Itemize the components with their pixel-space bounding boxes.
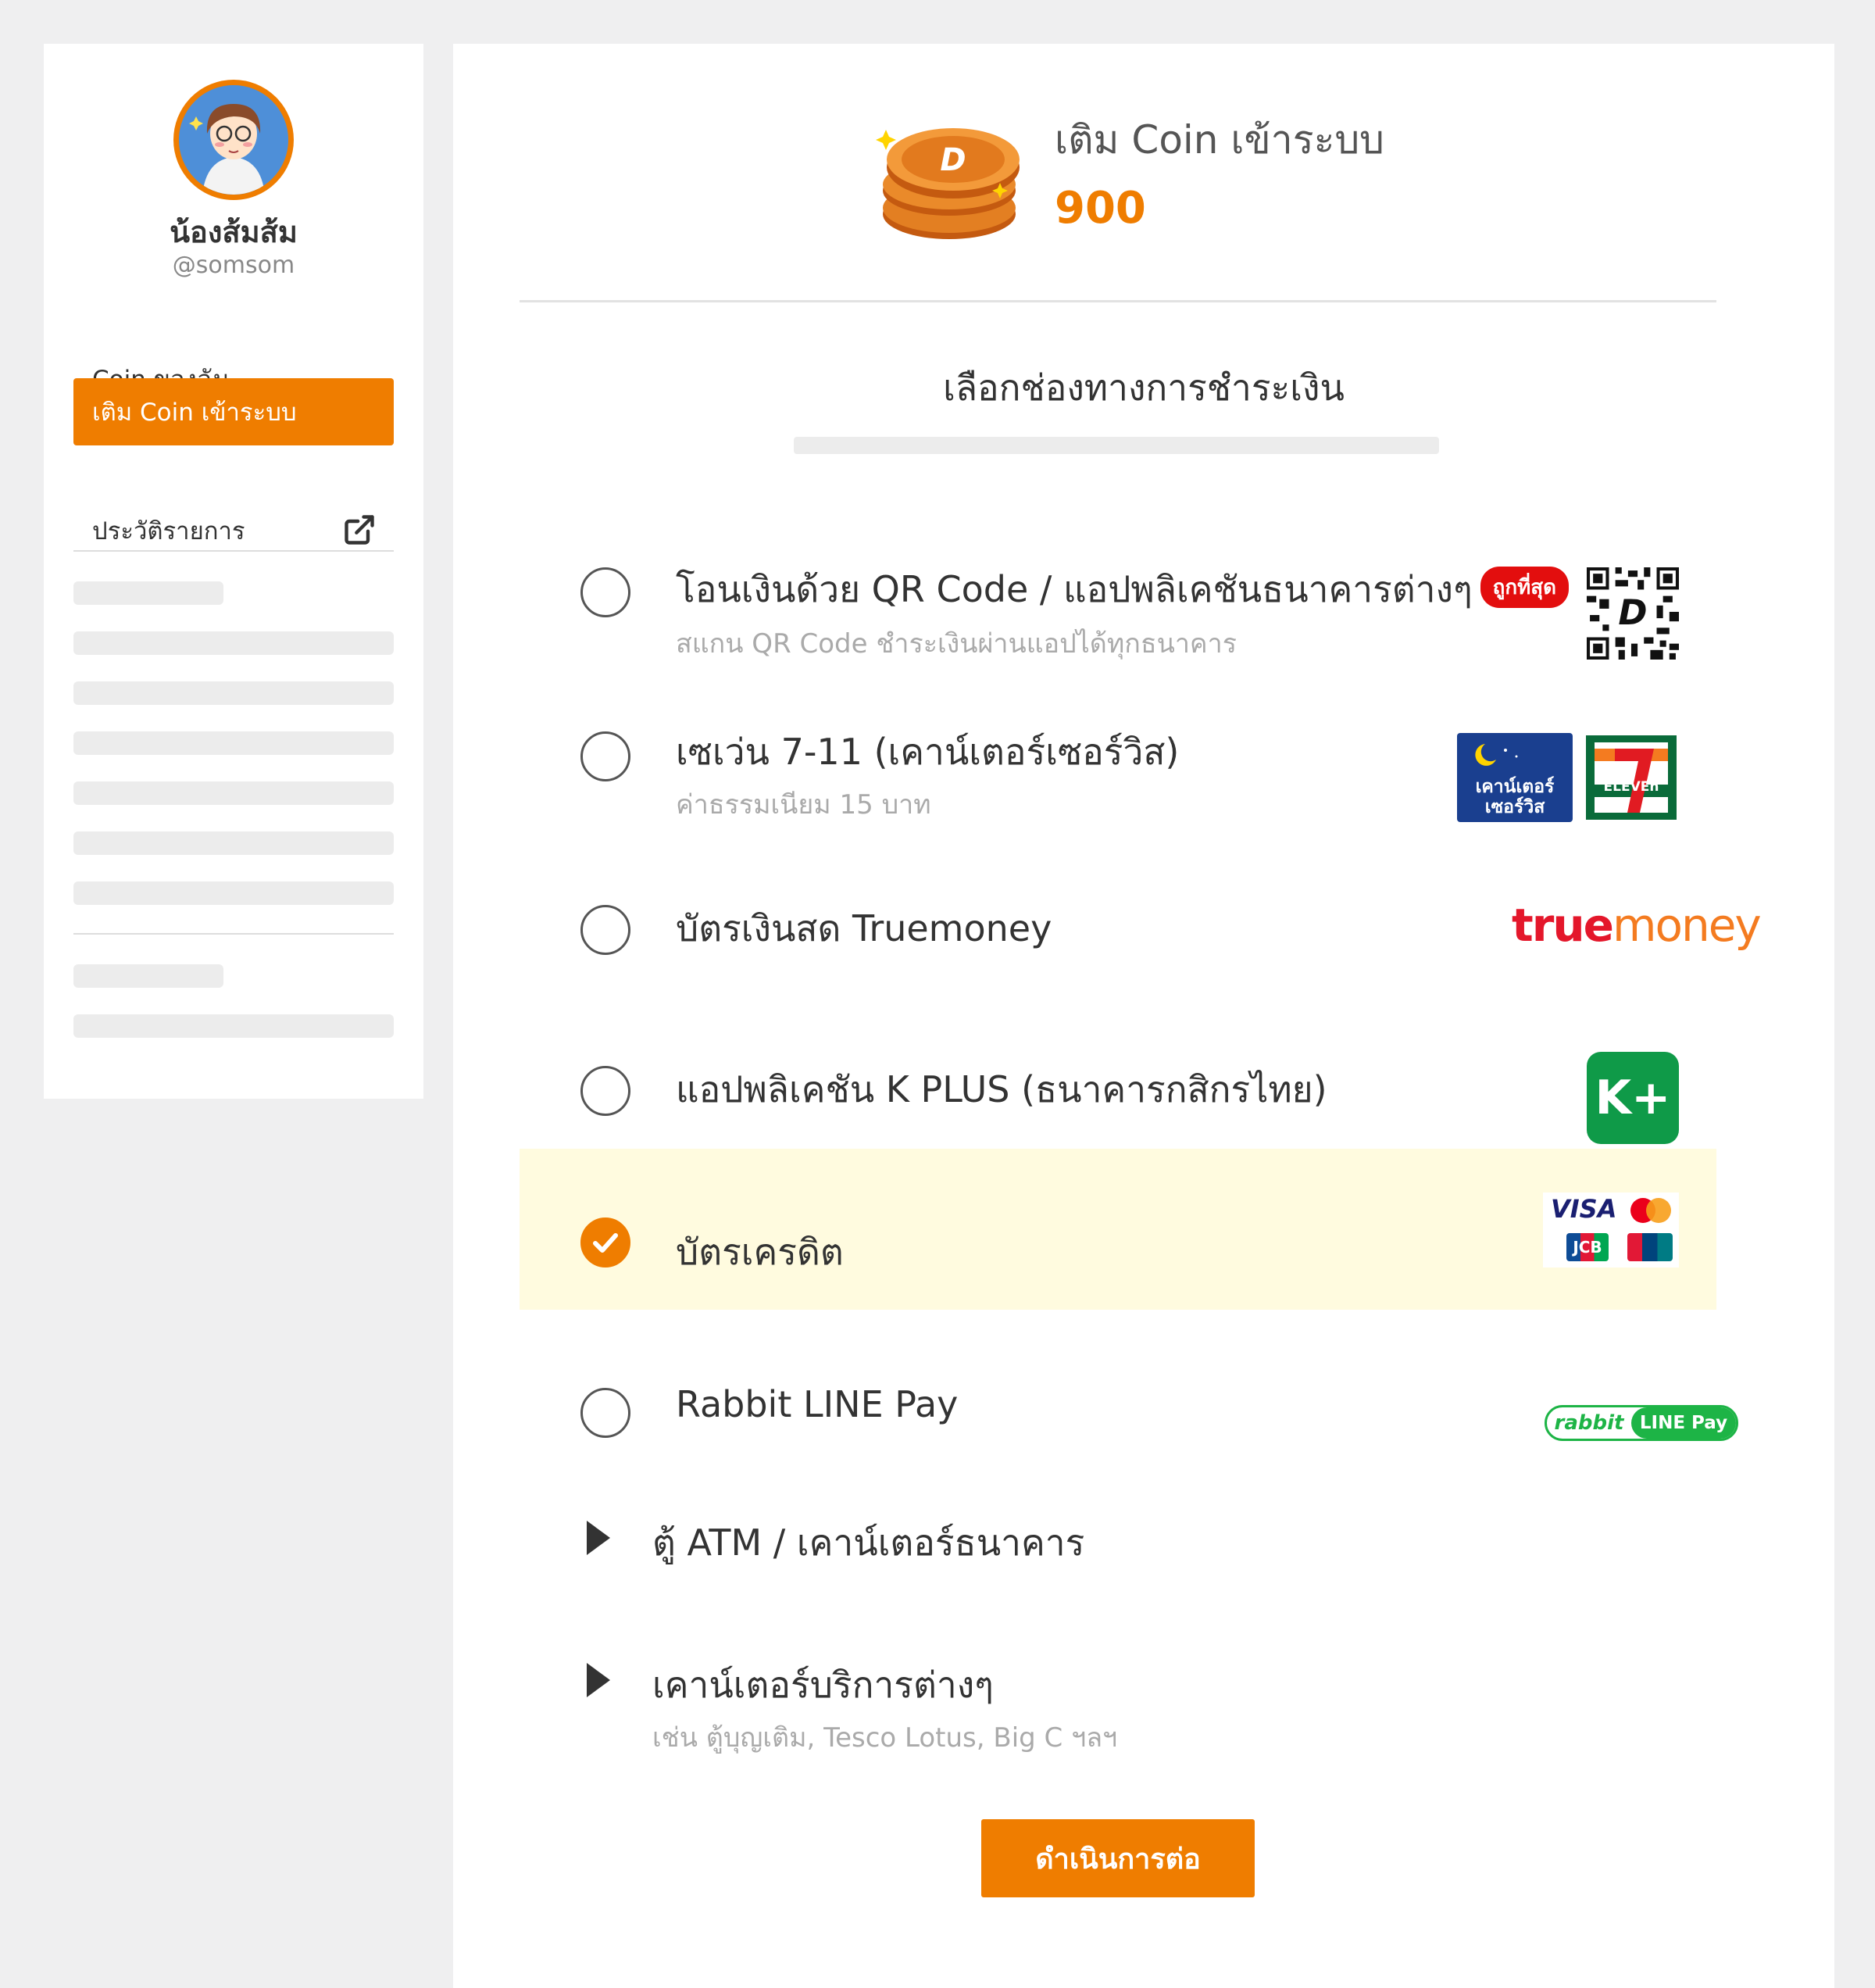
check-icon (593, 1233, 618, 1253)
radio-button[interactable] (580, 731, 630, 781)
payment-section-title: เลือกช่องทางการชำระเงิน (943, 366, 1345, 409)
payment-option-qr[interactable]: โอนเงินด้วย QR Code / แอปพลิเคชันธนาคารต… (520, 505, 1716, 666)
payment-option-7eleven[interactable]: เซเว่น 7-11 (เคาน์เตอร์เซอร์วิส) ค่าธรรม… (520, 666, 1716, 827)
payment-option-label: บัตรเงินสด Truemoney (676, 907, 1052, 949)
rabbit-line-pay-logo: rabbit LINE Pay (1545, 1405, 1738, 1441)
divider (73, 550, 394, 552)
payment-option-credit-card[interactable]: บัตรเครดิต VISA JCB (520, 1149, 1716, 1310)
topup-title: เติม Coin เข้าระบบ (1055, 117, 1384, 163)
svg-text:เซอร์วิส: เซอร์วิส (1485, 796, 1546, 817)
credit-card-logos: VISA JCB (1543, 1192, 1679, 1268)
unionpay-logo (1627, 1233, 1673, 1261)
caret-right-icon (587, 1663, 610, 1697)
expander-atm-counter[interactable]: ตู้ ATM / เคาน์เตอร์ธนาคาร (520, 1486, 1716, 1627)
rabbit-logo-text: rabbit (1554, 1411, 1624, 1435)
radio-button[interactable] (580, 567, 630, 617)
sidebar-item-label: ประวัติรายการ (92, 517, 245, 545)
svg-text:ELEVEn: ELEVEn (1604, 779, 1659, 795)
sidebar: น้องส้มส้ม @somsom Coin ของฉัน เติม Coin… (44, 44, 423, 1099)
payment-option-kplus[interactable]: แอปพลิเคชัน K PLUS (ธนาคารกสิกรไทย) K+ (520, 988, 1716, 1149)
avatar[interactable] (173, 80, 294, 200)
skeleton-line (73, 581, 223, 605)
sidebar-item-topup[interactable]: เติม Coin เข้าระบบ (73, 378, 394, 445)
expander-label: ตู้ ATM / เคาน์เตอร์ธนาคาร (652, 1521, 1085, 1564)
svg-text:D: D (940, 142, 966, 178)
divider (73, 933, 394, 935)
payment-option-subtitle: ค่าธรรมเนียม 15 บาท (676, 789, 931, 821)
truemoney-logo-text: true (1512, 899, 1614, 952)
visa-logo: VISA (1551, 1194, 1617, 1224)
svg-text:เคาน์เตอร์: เคาน์เตอร์ (1476, 776, 1555, 797)
skeleton-line (73, 781, 394, 805)
profile-name: น้องส้มส้ม (170, 215, 298, 249)
external-link-icon (342, 513, 377, 547)
sidebar-item-label: เติม Coin เข้าระบบ (92, 399, 297, 427)
truemoney-logo: truemoney (1512, 899, 1762, 952)
continue-button[interactable]: ดำเนินการต่อ (981, 1819, 1255, 1897)
payment-option-truemoney[interactable]: บัตรเงินสด Truemoney truemoney (520, 827, 1762, 988)
skeleton-line (794, 437, 1439, 454)
radio-button[interactable] (580, 1066, 630, 1116)
payment-option-label: โอนเงินด้วย QR Code / แอปพลิเคชันธนาคารต… (676, 561, 1570, 618)
sidebar-item-history[interactable]: ประวัติรายการ (73, 497, 394, 564)
line-pay-logo-text: LINE Pay (1631, 1407, 1736, 1439)
mastercard-logo (1627, 1197, 1674, 1224)
radio-button[interactable] (580, 1388, 630, 1438)
expander-label: เคาน์เตอร์บริการต่างๆ (652, 1664, 994, 1706)
expander-subtitle: เช่น ตู้บุญเติม, Tesco Lotus, Big C ฯลฯ (652, 1722, 1118, 1754)
caret-right-icon (587, 1521, 610, 1555)
skeleton-line (73, 631, 394, 655)
qr-code-icon: D (1587, 567, 1679, 663)
skeleton-line (73, 681, 394, 705)
payment-option-label: บัตรเครดิต (676, 1231, 844, 1273)
7eleven-logo: ELEVEn (1584, 733, 1679, 825)
payment-option-subtitle: สแกน QR Code ชำระเงินผ่านแอปได้ทุกธนาคาร (676, 628, 1238, 660)
kplus-logo: K+ (1587, 1052, 1679, 1144)
jcb-logo: JCB (1566, 1233, 1609, 1261)
skeleton-line (73, 1014, 394, 1038)
coin-stack-icon: D (875, 113, 1031, 245)
payment-option-label: เซเว่น 7-11 (เคาน์เตอร์เซอร์วิส) (676, 731, 1180, 773)
skeleton-line (73, 831, 394, 855)
main-panel: D เติม Coin เข้าระบบ 900 เลือกช่องทางการ… (453, 44, 1834, 1988)
payment-option-rabbit-line-pay[interactable]: Rabbit LINE Pay rabbit LINE Pay (520, 1310, 1738, 1471)
svg-text:D: D (1618, 592, 1647, 633)
payment-option-label: Rabbit LINE Pay (676, 1383, 959, 1425)
counter-service-logo: เคาน์เตอร์ เซอร์วิส (1457, 733, 1573, 825)
cheapest-badge: ถูกที่สุด (1480, 567, 1570, 608)
skeleton-line (73, 731, 394, 755)
divider (520, 300, 1716, 302)
radio-button[interactable] (580, 905, 630, 955)
topup-amount: 900 (1055, 183, 1146, 234)
radio-button-checked[interactable] (580, 1217, 630, 1268)
option-label-text: โอนเงินด้วย QR Code / แอปพลิเคชันธนาคารต… (676, 568, 1473, 610)
payment-option-label: แอปพลิเคชัน K PLUS (ธนาคารกสิกรไทย) (676, 1068, 1327, 1110)
profile-handle: @somsom (172, 252, 295, 279)
skeleton-line (73, 964, 223, 988)
truemoney-logo-text: money (1612, 899, 1762, 952)
expander-service-counters[interactable]: เคาน์เตอร์บริการต่างๆ เช่น ตู้บุญเติม, T… (520, 1629, 1716, 1769)
skeleton-line (73, 881, 394, 905)
